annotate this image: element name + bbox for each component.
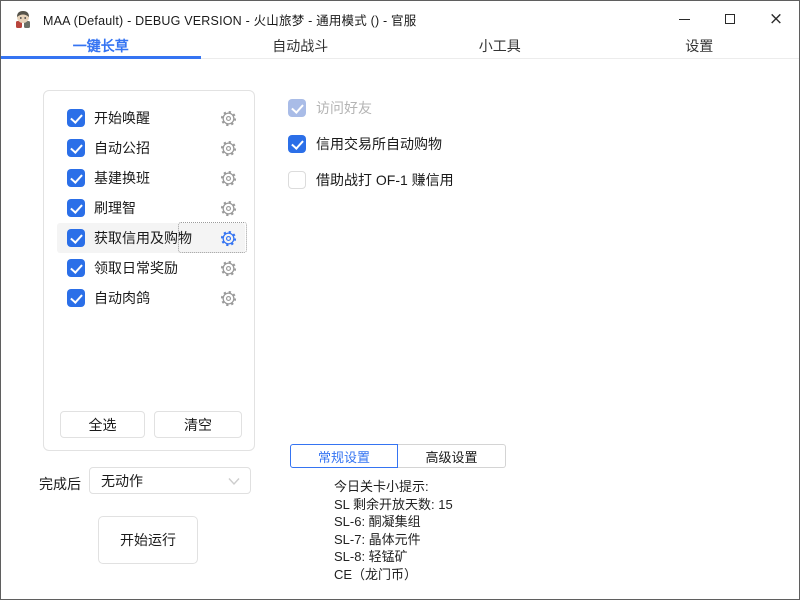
checkbox-checked-disabled bbox=[288, 99, 306, 117]
tip-line: SL 剩余开放天数: 15 bbox=[334, 496, 453, 514]
gear-icon[interactable] bbox=[219, 259, 237, 277]
option-label: 访问好友 bbox=[316, 98, 372, 118]
close-icon: × bbox=[769, 11, 783, 28]
gear-icon[interactable] bbox=[219, 199, 237, 217]
checkbox-checked[interactable] bbox=[67, 139, 85, 157]
task-label: 自动公招 bbox=[94, 138, 150, 158]
select-all-button[interactable]: 全选 bbox=[60, 411, 145, 438]
clear-button[interactable]: 清空 bbox=[154, 411, 242, 438]
task-row-credit-shopping[interactable]: 获取信用及购物 bbox=[57, 223, 245, 253]
tip-line: SL-8: 轻锰矿 bbox=[334, 548, 453, 566]
app-icon bbox=[13, 9, 33, 29]
start-run-button[interactable]: 开始运行 bbox=[98, 516, 198, 564]
tip-line: SL-7: 晶体元件 bbox=[334, 531, 453, 549]
maximize-button[interactable] bbox=[707, 1, 753, 37]
window-controls: × bbox=[661, 1, 799, 37]
gear-icon[interactable] bbox=[219, 139, 237, 157]
tip-line: SL-6: 酮凝集组 bbox=[334, 513, 453, 531]
checkbox-checked[interactable] bbox=[67, 259, 85, 277]
option-row-credit-shop-auto-buy[interactable]: 信用交易所自动购物 bbox=[288, 135, 442, 153]
tab-label: 小工具 bbox=[479, 38, 521, 54]
stage-tips: 今日关卡小提示: SL 剩余开放天数: 15 SL-6: 酮凝集组 SL-7: … bbox=[334, 478, 453, 583]
tab-settings[interactable]: 设置 bbox=[600, 37, 800, 58]
task-list-card: 开始唤醒 自动公招 基建换班 刷理 bbox=[43, 90, 255, 451]
minimize-button[interactable] bbox=[661, 1, 707, 37]
task-list: 开始唤醒 自动公招 基建换班 刷理 bbox=[44, 103, 254, 313]
checkbox-unchecked[interactable] bbox=[288, 171, 306, 189]
option-label: 借助战打 OF-1 赚信用 bbox=[316, 170, 454, 190]
task-row-daily-rewards[interactable]: 领取日常奖励 bbox=[57, 253, 245, 283]
task-label: 领取日常奖励 bbox=[94, 258, 178, 278]
gear-icon[interactable] bbox=[219, 109, 237, 127]
tab-label: 设置 bbox=[685, 38, 713, 54]
maximize-icon bbox=[725, 14, 735, 24]
app-window: MAA (Default) - DEBUG VERSION - 火山旅梦 - 通… bbox=[0, 0, 800, 600]
task-label: 刷理智 bbox=[94, 198, 136, 218]
checkbox-checked[interactable] bbox=[67, 289, 85, 307]
tab-advanced-settings[interactable]: 高级设置 bbox=[398, 444, 506, 468]
gear-icon[interactable] bbox=[219, 289, 237, 307]
task-row-infrastructure[interactable]: 基建换班 bbox=[57, 163, 245, 193]
option-row-of1-credit-farm[interactable]: 借助战打 OF-1 赚信用 bbox=[288, 171, 454, 189]
checkbox-checked[interactable] bbox=[67, 169, 85, 187]
option-label: 信用交易所自动购物 bbox=[316, 134, 442, 154]
task-label: 开始唤醒 bbox=[94, 108, 150, 128]
checkbox-checked[interactable] bbox=[67, 199, 85, 217]
task-row-recruit[interactable]: 自动公招 bbox=[57, 133, 245, 163]
after-completion-label: 完成后 bbox=[39, 474, 81, 494]
task-label: 基建换班 bbox=[94, 168, 150, 188]
tab-farming[interactable]: 一键长草 bbox=[1, 37, 201, 58]
task-row-sanity[interactable]: 刷理智 bbox=[57, 193, 245, 223]
after-completion-dropdown[interactable]: 无动作 bbox=[89, 467, 251, 494]
close-button[interactable]: × bbox=[753, 1, 799, 37]
task-label: 自动肉鸽 bbox=[94, 288, 150, 308]
tab-label: 自动战斗 bbox=[272, 38, 328, 54]
settings-tab-group: 常规设置 高级设置 bbox=[290, 444, 506, 468]
checkbox-checked[interactable] bbox=[67, 109, 85, 127]
option-row-visit-friends: 访问好友 bbox=[288, 99, 372, 117]
gear-icon[interactable] bbox=[219, 169, 237, 187]
task-label: 获取信用及购物 bbox=[94, 228, 192, 248]
title-bar: MAA (Default) - DEBUG VERSION - 火山旅梦 - 通… bbox=[1, 1, 799, 37]
main-tab-bar: 一键长草 自动战斗 小工具 设置 bbox=[1, 37, 799, 59]
tab-label: 一键长草 bbox=[73, 38, 129, 54]
tip-line: 今日关卡小提示: bbox=[334, 478, 453, 496]
dropdown-value: 无动作 bbox=[101, 471, 143, 491]
tip-line: CE（龙门币） bbox=[334, 566, 453, 584]
checkbox-checked[interactable] bbox=[288, 135, 306, 153]
checkbox-checked[interactable] bbox=[67, 229, 85, 247]
task-row-roguelike[interactable]: 自动肉鸽 bbox=[57, 283, 245, 313]
tab-tools[interactable]: 小工具 bbox=[400, 37, 600, 58]
task-row-wake-up[interactable]: 开始唤醒 bbox=[57, 103, 245, 133]
tab-copilot[interactable]: 自动战斗 bbox=[201, 37, 401, 58]
tab-general-settings[interactable]: 常规设置 bbox=[290, 444, 398, 468]
minimize-icon bbox=[679, 19, 690, 20]
window-title: MAA (Default) - DEBUG VERSION - 火山旅梦 - 通… bbox=[43, 10, 416, 29]
chevron-down-icon bbox=[226, 473, 242, 489]
gear-icon-active[interactable] bbox=[219, 229, 237, 247]
